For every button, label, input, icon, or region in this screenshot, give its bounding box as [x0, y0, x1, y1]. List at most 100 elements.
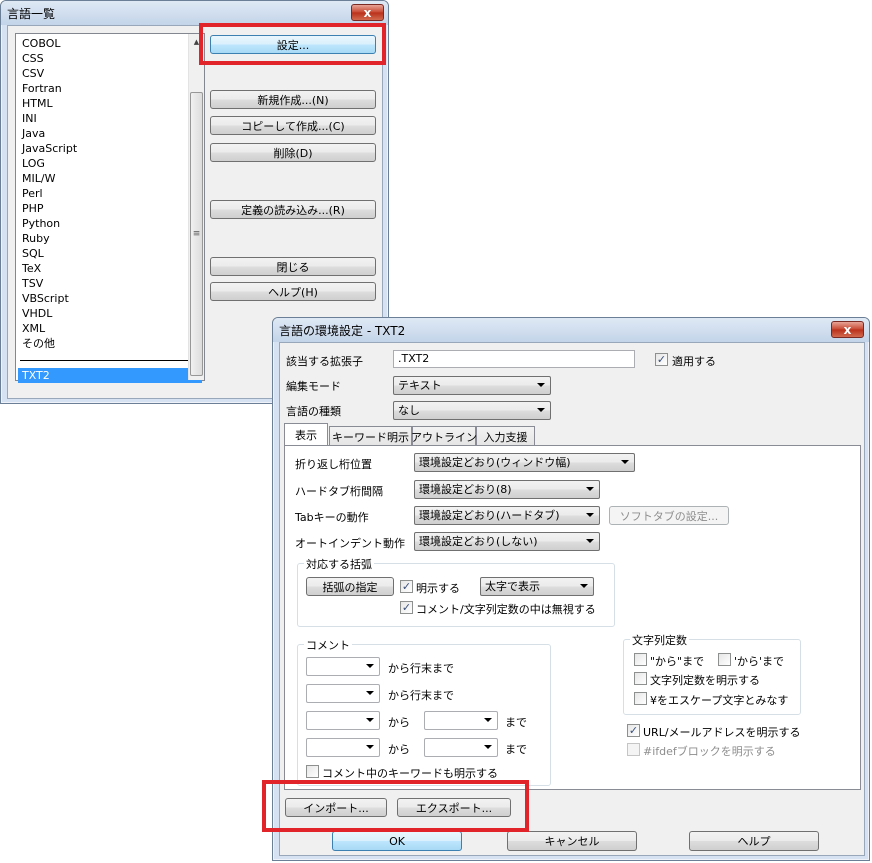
comment-group: コメント から行末まで から行末まで から まで から まで コメント中のキーワ… [297, 637, 551, 786]
comment-block1-until-label: まで [505, 716, 527, 729]
list-item[interactable]: CSS [22, 51, 44, 66]
cancel-button[interactable]: キャンセル [507, 831, 637, 851]
bracket-ignore-checkbox[interactable]: ✓ [400, 601, 413, 614]
url-checkbox[interactable]: ✓ [627, 724, 640, 737]
string-sq-checkbox[interactable] [718, 653, 731, 666]
lang-type-select[interactable]: なし [393, 401, 551, 420]
comment-eol1-select[interactable] [306, 657, 380, 676]
comment-block2-end-select[interactable] [424, 738, 498, 757]
string-dq-label: "から"まで [650, 655, 705, 668]
bracket-show-checkbox[interactable]: ✓ [400, 580, 413, 593]
bracket-specify-button[interactable]: 括弧の指定 [306, 577, 394, 596]
list-item[interactable]: JavaScript [22, 141, 77, 156]
list-item[interactable]: Ruby [22, 231, 50, 246]
list-item[interactable]: COBOL [22, 36, 60, 51]
list-item[interactable]: HTML [22, 96, 53, 111]
check-icon: ✓ [656, 353, 667, 366]
string-show-label: 文字列定数を明示する [650, 674, 760, 687]
load-definition-button[interactable]: 定義の読み込み...(R) [210, 200, 376, 219]
chevron-down-icon [586, 487, 594, 491]
tab-keyword[interactable]: キーワード明示 [329, 426, 412, 446]
list-item[interactable]: MIL/W [22, 171, 55, 186]
comment-eol2-label: から行末まで [388, 689, 454, 702]
edit-mode-value: テキスト [398, 379, 442, 392]
chevron-down-icon [537, 408, 545, 412]
apply-checkbox[interactable]: ✓ [655, 353, 668, 366]
comment-eol1-label: から行末まで [388, 662, 454, 675]
tabkey-select[interactable]: 環境設定どおり(ハードタブ) [414, 506, 600, 525]
comment-eol2-select[interactable] [306, 684, 380, 703]
list-item[interactable]: TSV [22, 276, 43, 291]
autoindent-select[interactable]: 環境設定どおり(しない) [414, 532, 600, 551]
wrap-select[interactable]: 環境設定どおり(ウィンドウ幅) [414, 453, 635, 472]
hardtab-label: ハードタブ桁間隔 [295, 485, 383, 498]
list-item[interactable]: LOG [22, 156, 45, 171]
close-button[interactable]: x [351, 4, 384, 21]
bracket-style-value: 太字で表示 [485, 580, 540, 593]
string-escape-label: ¥をエスケープ文字とみなす [650, 694, 789, 707]
lang-env-title: 言語の環境設定 - TXT2 [279, 324, 406, 338]
list-item[interactable]: Fortran [22, 81, 62, 96]
hardtab-select[interactable]: 環境設定どおり(8) [414, 480, 600, 499]
list-item[interactable]: VBScript [22, 291, 69, 306]
comment-block1-start-select[interactable] [306, 711, 380, 730]
close-icon: x [363, 5, 372, 20]
comment-block2-until-label: まで [505, 743, 527, 756]
tab-display[interactable]: 表示 [284, 423, 328, 445]
list-item[interactable]: XML [22, 321, 45, 336]
comment-block2-start-select[interactable] [306, 738, 380, 757]
lang-type-value: なし [398, 404, 420, 417]
bracket-style-select[interactable]: 太字で表示 [480, 577, 594, 596]
list-item[interactable]: SQL [22, 246, 44, 261]
ok-button[interactable]: OK [332, 831, 462, 851]
list-item[interactable]: TeX [22, 261, 41, 276]
comment-keywords-checkbox[interactable] [306, 765, 319, 778]
extension-input[interactable]: .TXT2 [393, 350, 635, 368]
language-listbox[interactable]: COBOL CSS CSV Fortran HTML INI Java JavaScript L… [15, 33, 205, 383]
list-item[interactable]: INI [22, 111, 37, 126]
list-item[interactable]: CSV [22, 66, 44, 81]
check-icon: ✓ [628, 724, 639, 737]
help-button[interactable]: ヘルプ(H) [210, 282, 376, 301]
list-item-selected[interactable]: TXT2 [18, 368, 202, 383]
comment-block1-end-select[interactable] [424, 711, 498, 730]
delete-button[interactable]: 削除(D) [210, 143, 376, 162]
ifdef-checkbox[interactable] [627, 743, 640, 756]
list-item[interactable]: Python [22, 216, 60, 231]
edit-mode-select[interactable]: テキスト [393, 376, 551, 395]
string-show-checkbox[interactable] [634, 672, 647, 685]
close-button[interactable]: x [831, 321, 864, 338]
check-icon: ✓ [401, 601, 412, 614]
string-escape-checkbox[interactable] [634, 692, 647, 705]
help-button[interactable]: ヘルプ [689, 831, 819, 851]
apply-label: 適用する [672, 355, 716, 368]
list-item[interactable]: VHDL [22, 306, 52, 321]
chevron-down-icon [484, 745, 492, 749]
scroll-thumb[interactable]: ≡ [190, 92, 203, 376]
list-item[interactable]: Java [22, 126, 45, 141]
comment-group-title: コメント [304, 637, 352, 653]
vertical-scrollbar[interactable]: ▲ ≡ [188, 34, 204, 380]
string-dq-checkbox[interactable] [634, 653, 647, 666]
wrap-value: 環境設定どおり(ウィンドウ幅) [419, 456, 571, 469]
chevron-down-icon [586, 513, 594, 517]
lang-env-titlebar[interactable]: 言語の環境設定 - TXT2 x [273, 318, 869, 342]
tab-input-assist[interactable]: 入力支援 [476, 426, 535, 446]
list-item[interactable]: その他 [22, 336, 55, 351]
list-separator [20, 360, 192, 361]
display-tab-panel: 折り返し桁位置 環境設定どおり(ウィンドウ幅) ハードタブ桁間隔 環境設定どおり… [284, 445, 861, 790]
string-group: 文字列定数 "から"まで 'から'まで 文字列定数を明示する ¥をエスケープ文字… [623, 632, 801, 715]
tab-outline[interactable]: アウトライン [411, 426, 477, 446]
softtab-settings-button[interactable]: ソフトタブの設定... [609, 506, 729, 525]
tabkey-value: 環境設定どおり(ハードタブ) [419, 509, 560, 522]
lang-list-title: 言語一覧 [7, 7, 56, 21]
lang-list-titlebar[interactable]: 言語一覧 x [1, 1, 388, 25]
list-item[interactable]: PHP [22, 201, 44, 216]
chevron-down-icon [366, 718, 374, 722]
close-dialog-button[interactable]: 閉じる [210, 257, 376, 276]
new-button[interactable]: 新規作成...(N) [210, 90, 376, 109]
chevron-down-icon [366, 691, 374, 695]
comment-keywords-label: コメント中のキーワードも明示する [322, 767, 498, 780]
copy-create-button[interactable]: コピーして作成...(C) [210, 116, 376, 135]
list-item[interactable]: Perl [22, 186, 43, 201]
